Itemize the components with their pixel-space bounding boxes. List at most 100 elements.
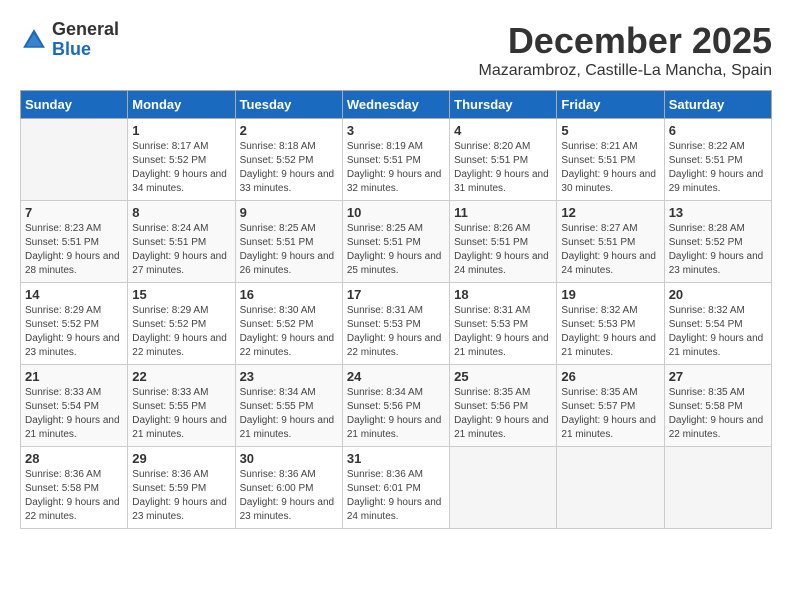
day-number: 9	[240, 205, 338, 220]
calendar-cell: 29Sunrise: 8:36 AMSunset: 5:59 PMDayligh…	[128, 447, 235, 529]
day-info: Sunrise: 8:31 AMSunset: 5:53 PMDaylight:…	[347, 304, 445, 360]
calendar-header-wednesday: Wednesday	[342, 91, 449, 119]
day-number: 31	[347, 451, 445, 466]
calendar-cell: 27 Sunrise: 8:35 AMSunset: 5:58 PMDayligh…	[664, 365, 771, 447]
calendar-week-row: 14 Sunrise: 8:29 AMSunset: 5:52 PMDayligh…	[21, 283, 772, 365]
day-number: 28	[25, 451, 123, 466]
day-number: 1	[132, 123, 230, 138]
calendar-cell: 30Sunrise: 8:36 AMSunset: 6:00 PMDayligh…	[235, 447, 342, 529]
calendar-cell	[664, 447, 771, 529]
day-info: Sunrise: 8:21 AMSunset: 5:51 PMDaylight:…	[561, 140, 659, 196]
calendar-cell: 2 Sunrise: 8:18 AMSunset: 5:52 PMDaylight…	[235, 119, 342, 201]
calendar-cell: 8 Sunrise: 8:24 AMSunset: 5:51 PMDaylight…	[128, 201, 235, 283]
day-info: Sunrise: 8:29 AMSunset: 5:52 PMDaylight:…	[132, 304, 230, 360]
calendar-cell: 20 Sunrise: 8:32 AMSunset: 5:54 PMDayligh…	[664, 283, 771, 365]
day-number: 23	[240, 369, 338, 384]
day-info: Sunrise: 8:25 AMSunset: 5:51 PMDaylight:…	[347, 222, 445, 278]
calendar-cell: 23 Sunrise: 8:34 AMSunset: 5:55 PMDayligh…	[235, 365, 342, 447]
day-info: Sunrise: 8:34 AMSunset: 5:56 PMDaylight:…	[347, 386, 445, 442]
day-info: Sunrise: 8:35 AMSunset: 5:58 PMDaylight:…	[669, 386, 767, 442]
day-number: 13	[669, 205, 767, 220]
calendar-cell: 22Sunrise: 8:33 AMSunset: 5:55 PMDayligh…	[128, 365, 235, 447]
calendar-cell: 15Sunrise: 8:29 AMSunset: 5:52 PMDayligh…	[128, 283, 235, 365]
day-info: Sunrise: 8:27 AMSunset: 5:51 PMDaylight:…	[561, 222, 659, 278]
day-info: Sunrise: 8:25 AMSunset: 5:51 PMDaylight:…	[240, 222, 338, 278]
logo-icon	[20, 26, 48, 54]
day-info: Sunrise: 8:28 AMSunset: 5:52 PMDaylight:…	[669, 222, 767, 278]
day-info: Sunrise: 8:32 AMSunset: 5:54 PMDaylight:…	[669, 304, 767, 360]
calendar-header-thursday: Thursday	[450, 91, 557, 119]
day-number: 2	[240, 123, 338, 138]
day-info: Sunrise: 8:18 AMSunset: 5:52 PMDaylight:…	[240, 140, 338, 196]
calendar-cell	[21, 119, 128, 201]
calendar-cell: 3Sunrise: 8:19 AMSunset: 5:51 PMDaylight…	[342, 119, 449, 201]
day-number: 10	[347, 205, 445, 220]
calendar-cell: 5 Sunrise: 8:21 AMSunset: 5:51 PMDaylight…	[557, 119, 664, 201]
day-info: Sunrise: 8:19 AMSunset: 5:51 PMDaylight:…	[347, 140, 445, 196]
day-info: Sunrise: 8:35 AMSunset: 5:57 PMDaylight:…	[561, 386, 659, 442]
day-info: Sunrise: 8:34 AMSunset: 5:55 PMDaylight:…	[240, 386, 338, 442]
calendar-cell: 11 Sunrise: 8:26 AMSunset: 5:51 PMDayligh…	[450, 201, 557, 283]
title-area: December 2025 Mazarambroz, Castille-La M…	[479, 20, 772, 80]
day-number: 29	[132, 451, 230, 466]
day-number: 4	[454, 123, 552, 138]
day-info: Sunrise: 8:32 AMSunset: 5:53 PMDaylight:…	[561, 304, 659, 360]
day-info: Sunrise: 8:17 AMSunset: 5:52 PMDaylight:…	[132, 140, 230, 196]
calendar-cell: 9 Sunrise: 8:25 AMSunset: 5:51 PMDaylight…	[235, 201, 342, 283]
header: General Blue December 2025 Mazarambroz, …	[20, 20, 772, 80]
day-number: 26	[561, 369, 659, 384]
calendar-cell: 10 Sunrise: 8:25 AMSunset: 5:51 PMDayligh…	[342, 201, 449, 283]
calendar-header-monday: Monday	[128, 91, 235, 119]
calendar-header-sunday: Sunday	[21, 91, 128, 119]
calendar-cell: 31Sunrise: 8:36 AMSunset: 6:01 PMDayligh…	[342, 447, 449, 529]
calendar-cell: 4 Sunrise: 8:20 AMSunset: 5:51 PMDaylight…	[450, 119, 557, 201]
day-number: 7	[25, 205, 123, 220]
day-number: 16	[240, 287, 338, 302]
calendar-week-row: 1 Sunrise: 8:17 AMSunset: 5:52 PMDaylight…	[21, 119, 772, 201]
day-number: 14	[25, 287, 123, 302]
calendar-header-row: SundayMondayTuesdayWednesdayThursdayFrid…	[21, 91, 772, 119]
day-info: Sunrise: 8:29 AMSunset: 5:52 PMDaylight:…	[25, 304, 123, 360]
day-info: Sunrise: 8:22 AMSunset: 5:51 PMDaylight:…	[669, 140, 767, 196]
day-info: Sunrise: 8:30 AMSunset: 5:52 PMDaylight:…	[240, 304, 338, 360]
day-number: 5	[561, 123, 659, 138]
day-number: 24	[347, 369, 445, 384]
logo-general: General	[52, 19, 119, 39]
calendar-week-row: 28Sunrise: 8:36 AMSunset: 5:58 PMDayligh…	[21, 447, 772, 529]
day-info: Sunrise: 8:26 AMSunset: 5:51 PMDaylight:…	[454, 222, 552, 278]
month-title: December 2025	[479, 20, 772, 62]
day-info: Sunrise: 8:20 AMSunset: 5:51 PMDaylight:…	[454, 140, 552, 196]
day-number: 18	[454, 287, 552, 302]
calendar-cell: 24 Sunrise: 8:34 AMSunset: 5:56 PMDayligh…	[342, 365, 449, 447]
day-info: Sunrise: 8:33 AMSunset: 5:55 PMDaylight:…	[132, 386, 230, 442]
calendar-cell: 1 Sunrise: 8:17 AMSunset: 5:52 PMDaylight…	[128, 119, 235, 201]
calendar-header-friday: Friday	[557, 91, 664, 119]
calendar-cell: 28Sunrise: 8:36 AMSunset: 5:58 PMDayligh…	[21, 447, 128, 529]
logo-blue: Blue	[52, 39, 91, 59]
day-number: 11	[454, 205, 552, 220]
calendar-header-tuesday: Tuesday	[235, 91, 342, 119]
day-info: Sunrise: 8:36 AMSunset: 6:00 PMDaylight:…	[240, 468, 338, 524]
logo-text: General Blue	[52, 20, 119, 60]
calendar-cell: 18Sunrise: 8:31 AMSunset: 5:53 PMDayligh…	[450, 283, 557, 365]
day-number: 27	[669, 369, 767, 384]
day-info: Sunrise: 8:35 AMSunset: 5:56 PMDaylight:…	[454, 386, 552, 442]
day-number: 8	[132, 205, 230, 220]
calendar-cell: 16 Sunrise: 8:30 AMSunset: 5:52 PMDayligh…	[235, 283, 342, 365]
day-info: Sunrise: 8:33 AMSunset: 5:54 PMDaylight:…	[25, 386, 123, 442]
day-info: Sunrise: 8:24 AMSunset: 5:51 PMDaylight:…	[132, 222, 230, 278]
calendar-cell: 6Sunrise: 8:22 AMSunset: 5:51 PMDaylight…	[664, 119, 771, 201]
calendar-cell: 12Sunrise: 8:27 AMSunset: 5:51 PMDayligh…	[557, 201, 664, 283]
day-number: 25	[454, 369, 552, 384]
day-number: 20	[669, 287, 767, 302]
day-number: 19	[561, 287, 659, 302]
calendar-cell	[557, 447, 664, 529]
logo: General Blue	[20, 20, 119, 60]
calendar-cell: 25 Sunrise: 8:35 AMSunset: 5:56 PMDayligh…	[450, 365, 557, 447]
calendar-cell	[450, 447, 557, 529]
calendar-cell: 7Sunrise: 8:23 AMSunset: 5:51 PMDaylight…	[21, 201, 128, 283]
day-number: 17	[347, 287, 445, 302]
calendar-cell: 17 Sunrise: 8:31 AMSunset: 5:53 PMDayligh…	[342, 283, 449, 365]
calendar-header-saturday: Saturday	[664, 91, 771, 119]
calendar-week-row: 21Sunrise: 8:33 AMSunset: 5:54 PMDayligh…	[21, 365, 772, 447]
